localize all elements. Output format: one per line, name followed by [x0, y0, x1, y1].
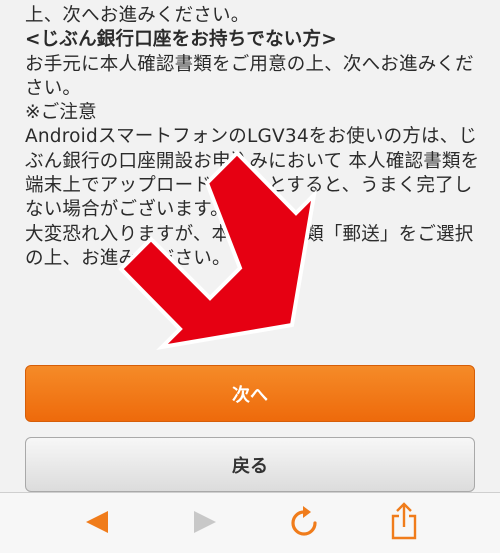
text-line: 端末上でアップロードしようとすると、うまく完了し	[25, 175, 473, 197]
text-line: AndroidスマートフォンのLGV34をお使いの方は、じ	[25, 126, 478, 148]
text-line: 上、次へお進みください。	[25, 5, 250, 26]
text-line: お手元に本人確認書類をご用意の上、次へお進みくだ	[25, 53, 474, 75]
next-button[interactable]: 次へ	[25, 365, 475, 422]
text-line: ぶん銀行の口座開設お申込みにおいて 本人確認書類を	[25, 150, 480, 172]
text-line: さい。	[25, 77, 82, 99]
text-line: ない場合がございます。	[25, 199, 229, 221]
section-heading: <じぶん銀行口座をお持ちでない方>	[25, 29, 337, 51]
instruction-text: 上、次へお進みください。 <じぶん銀行口座をお持ちでない方> お手元に本人確認書…	[25, 4, 485, 271]
back-button-label: 戻る	[232, 455, 268, 477]
forward-arrow-icon	[194, 511, 216, 533]
reload-icon[interactable]	[287, 505, 321, 539]
browser-toolbar	[0, 492, 500, 553]
back-button[interactable]: 戻る	[25, 437, 475, 492]
share-icon[interactable]	[388, 501, 420, 541]
text-line: 大変恐れ入りますが、本人確認書類「郵送」をご選択	[25, 223, 474, 245]
page-content: 上、次へお進みください。 <じぶん銀行口座をお持ちでない方> お手元に本人確認書…	[0, 0, 500, 492]
next-button-label: 次へ	[232, 384, 268, 406]
text-line: の上、お進みください。	[25, 247, 231, 269]
notice-heading: ※ご注意	[25, 102, 97, 124]
back-arrow-icon[interactable]	[82, 505, 112, 539]
